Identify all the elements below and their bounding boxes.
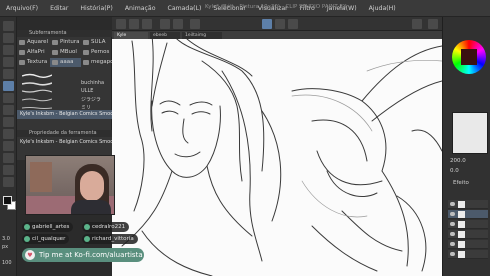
document-tabs: Kyle ebeeb 1eiltaimg [112, 31, 442, 39]
doc-tab-ebeeb[interactable]: ebeeb [150, 32, 180, 39]
kofi-banner: ♥ Tip me at Ko-fi.com/aluartista [22, 248, 144, 262]
fill-tool-icon[interactable] [3, 129, 14, 139]
open-file-icon[interactable] [129, 19, 139, 29]
text-tool-icon[interactable] [3, 165, 14, 175]
webcam-overlay [25, 155, 115, 215]
chat-user-tag: gabriell_artes [22, 222, 74, 232]
layer-row[interactable] [448, 230, 488, 239]
layer-thumbnail [458, 221, 465, 228]
layer-thumbnail [458, 241, 465, 248]
brush-tool-icon[interactable] [3, 105, 14, 115]
menu-editar[interactable]: Editar [44, 5, 74, 12]
color-saturation-square[interactable] [461, 49, 477, 65]
doc-tab-kyle[interactable]: Kyle [114, 32, 148, 39]
snap-icon[interactable] [262, 19, 272, 29]
shape-tool-icon[interactable] [3, 153, 14, 163]
chat-user-icon [84, 224, 90, 230]
redo-icon[interactable] [173, 19, 183, 29]
drawing-canvas[interactable] [112, 31, 442, 276]
ruler-icon[interactable] [275, 19, 285, 29]
balloon-tool-icon[interactable] [3, 177, 14, 187]
menu-camada[interactable]: Camada(L) [162, 5, 208, 12]
layer-row[interactable] [448, 250, 488, 259]
kofi-text: Tip me at Ko-fi.com/aluartista [39, 251, 143, 259]
menu-animacao[interactable]: Animação [119, 5, 162, 12]
layer-row[interactable] [448, 200, 488, 209]
navigator-thumbnail[interactable] [452, 112, 488, 154]
move-tool-icon[interactable] [3, 33, 14, 43]
zoom-tool-icon[interactable] [3, 21, 14, 31]
webcam-person-face [80, 171, 104, 201]
layer-thumbnail [458, 251, 465, 258]
webcam-shelf [30, 162, 52, 192]
chat-user-icon [24, 224, 30, 230]
menu-arquivo[interactable]: Arquivo(F) [0, 5, 44, 12]
selection-tool-icon[interactable] [3, 45, 14, 55]
color-icon[interactable] [412, 19, 422, 29]
brush-name: ジラジラ [81, 97, 101, 103]
lasso-tool-icon[interactable] [3, 57, 14, 67]
selected-brush[interactable]: Kyle's Inksbm - Belgian Comics Smoo [17, 110, 112, 119]
navigator-zoom-value[interactable]: 200.0 [450, 158, 466, 164]
menu-ajuda[interactable]: Ajuda(H) [363, 5, 402, 12]
brush-size-unit: px [2, 244, 9, 250]
eye-icon[interactable] [450, 222, 455, 226]
brush-size-value: 3.0 [2, 236, 10, 242]
eye-icon[interactable] [450, 242, 455, 246]
tool-property-brush-name: Kyle's Inksbm - Belgian Comics Smoother [20, 139, 112, 145]
command-bar [112, 17, 490, 31]
new-file-icon[interactable] [116, 19, 126, 29]
effect-label: Efeito [453, 180, 469, 186]
pen-tool-icon[interactable] [3, 81, 14, 91]
layer-thumbnail [458, 231, 465, 238]
tool-property-title: Propriedade da ferramenta [17, 130, 112, 137]
eye-icon[interactable] [450, 232, 455, 236]
brush-name: ULLE [81, 88, 94, 94]
foreground-color-swatch[interactable] [3, 196, 12, 205]
eye-icon[interactable] [450, 202, 455, 206]
gradient-tool-icon[interactable] [3, 141, 14, 151]
eyedropper-tool-icon[interactable] [3, 69, 14, 79]
eye-icon[interactable] [450, 252, 455, 256]
undo-icon[interactable] [160, 19, 170, 29]
chat-user-tag: cil_qualquer [22, 234, 70, 244]
grid-icon[interactable] [288, 19, 298, 29]
line-art-drawing [121, 32, 442, 276]
share-icon[interactable] [428, 19, 438, 29]
chat-user-tag: cedralro221 [82, 222, 130, 232]
layer-thumbnail [458, 211, 465, 218]
eraser-tool-icon[interactable] [3, 117, 14, 127]
eye-icon[interactable] [450, 212, 455, 216]
pencil-tool-icon[interactable] [3, 93, 14, 103]
layer-row[interactable] [448, 220, 488, 229]
layer-thumbnail [458, 201, 465, 208]
chat-user-icon [84, 236, 90, 242]
doc-tab-1eiltaimg[interactable]: 1eiltaimg [182, 32, 222, 39]
layer-row[interactable] [448, 210, 488, 219]
brush-name: buchinha [81, 80, 105, 86]
navigator-rotation-value[interactable]: 0.0 [450, 168, 459, 174]
layer-row[interactable] [448, 240, 488, 249]
clear-icon[interactable] [190, 19, 200, 29]
kofi-cup-icon: ♥ [25, 250, 35, 260]
brush-list: buchinha ULLE ジラジラ ミリ [17, 30, 112, 111]
brush-opacity-value: 100 [2, 260, 12, 266]
menu-historia[interactable]: História(P) [74, 5, 118, 12]
chat-user-icon [24, 236, 30, 242]
chat-user-tag: richard_vittoria [82, 234, 138, 244]
window-title: Kyle* (Bélt - Pintura 10x30) - CLIP STUD… [205, 4, 347, 10]
save-icon[interactable] [142, 19, 152, 29]
webcam-person-body [71, 200, 111, 214]
